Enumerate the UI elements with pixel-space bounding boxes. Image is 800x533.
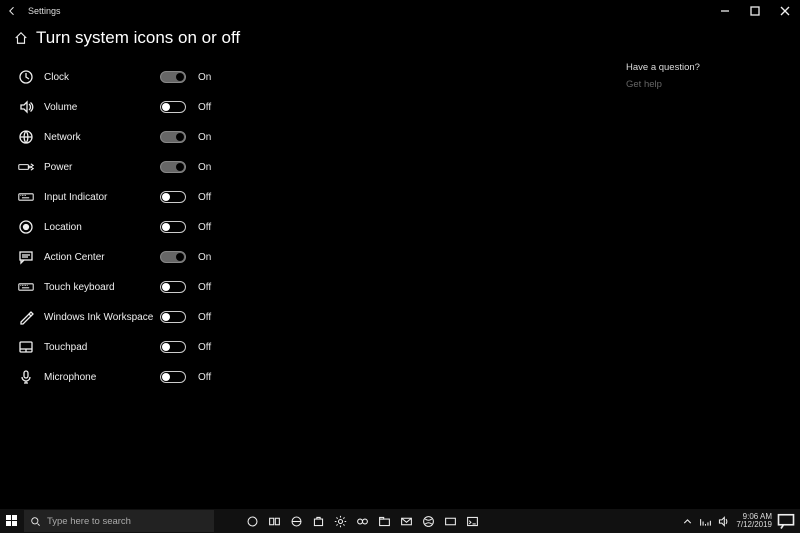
setting-row-input-indicator: Input Indicator Off bbox=[14, 182, 540, 212]
taskbar-date: 7/12/2019 bbox=[736, 521, 772, 529]
back-button[interactable] bbox=[0, 0, 24, 22]
toggle-state-label: Off bbox=[198, 312, 211, 323]
toggle-touchpad[interactable] bbox=[160, 341, 186, 353]
windows-ink-workspace-icon bbox=[14, 309, 38, 325]
toggle-state-label: On bbox=[198, 162, 211, 173]
network-icon bbox=[14, 129, 38, 145]
toggle-clock[interactable] bbox=[160, 71, 186, 83]
store-app-icon[interactable] bbox=[308, 509, 328, 533]
system-icons-list: Clock On Volume Off Network On Power On Input In… bbox=[14, 62, 540, 392]
setting-row-clock: Clock On bbox=[14, 62, 540, 92]
toggle-state-label: Off bbox=[198, 342, 211, 353]
content-area: Turn system icons on or off Clock On Volum… bbox=[0, 22, 800, 509]
start-button[interactable] bbox=[0, 509, 24, 533]
toggle-network[interactable] bbox=[160, 131, 186, 143]
setting-label: Microphone bbox=[38, 372, 160, 383]
tray-volume-icon[interactable] bbox=[714, 509, 732, 533]
touchpad-icon bbox=[14, 339, 38, 355]
taskbar: Type here to search 9:06 AM 7/12/2019 bbox=[0, 509, 800, 533]
microphone-icon bbox=[14, 369, 38, 385]
explorer-app-icon[interactable] bbox=[374, 509, 394, 533]
setting-row-touchpad: Touchpad Off bbox=[14, 332, 540, 362]
mail-app-icon[interactable] bbox=[396, 509, 416, 533]
toggle-state-label: Off bbox=[198, 282, 211, 293]
setting-row-touch-keyboard: Touch keyboard Off bbox=[14, 272, 540, 302]
setting-row-volume: Volume Off bbox=[14, 92, 540, 122]
terminal-app-icon[interactable] bbox=[462, 509, 482, 533]
setting-row-windows-ink-workspace: Windows Ink Workspace Off bbox=[14, 302, 540, 332]
search-box[interactable]: Type here to search bbox=[24, 510, 214, 532]
setting-label: Touch keyboard bbox=[38, 282, 160, 293]
setting-label: Windows Ink Workspace bbox=[38, 312, 160, 323]
setting-row-microphone: Microphone Off bbox=[14, 362, 540, 392]
setting-label: Clock bbox=[38, 72, 160, 83]
setting-row-power: Power On bbox=[14, 152, 540, 182]
toggle-state-label: Off bbox=[198, 372, 211, 383]
volume-icon bbox=[14, 99, 38, 115]
toggle-power[interactable] bbox=[160, 161, 186, 173]
toggle-state-label: On bbox=[198, 252, 211, 263]
toggle-windows-ink-workspace[interactable] bbox=[160, 311, 186, 323]
minimize-button[interactable] bbox=[710, 0, 740, 22]
cortana-button[interactable] bbox=[242, 509, 262, 533]
app-icon-2[interactable] bbox=[440, 509, 460, 533]
title-bar: Settings bbox=[0, 0, 800, 22]
setting-label: Action Center bbox=[38, 252, 160, 263]
toggle-state-label: On bbox=[198, 72, 211, 83]
tray-chevron-icon[interactable] bbox=[678, 509, 696, 533]
search-placeholder: Type here to search bbox=[47, 516, 131, 527]
app-title: Settings bbox=[28, 6, 61, 16]
toggle-microphone[interactable] bbox=[160, 371, 186, 383]
search-icon bbox=[30, 516, 41, 527]
help-link[interactable]: Get help bbox=[626, 79, 756, 90]
toggle-input-indicator[interactable] bbox=[160, 191, 186, 203]
close-button[interactable] bbox=[770, 0, 800, 22]
arrow-left-icon bbox=[10, 7, 14, 15]
toggle-action-center[interactable] bbox=[160, 251, 186, 263]
app-icon[interactable] bbox=[352, 509, 372, 533]
power-icon bbox=[14, 159, 38, 175]
setting-label: Input Indicator bbox=[38, 192, 160, 203]
setting-label: Volume bbox=[38, 102, 160, 113]
taskbar-apps bbox=[242, 509, 482, 533]
toggle-state-label: On bbox=[198, 132, 211, 143]
task-view-button[interactable] bbox=[264, 509, 284, 533]
setting-row-network: Network On bbox=[14, 122, 540, 152]
system-tray: 9:06 AM 7/12/2019 bbox=[678, 509, 800, 533]
setting-label: Network bbox=[38, 132, 160, 143]
settings-window: Settings Turn system icons on or off Clo… bbox=[0, 0, 800, 533]
edge-app-icon[interactable] bbox=[286, 509, 306, 533]
setting-row-location: Location Off bbox=[14, 212, 540, 242]
tray-network-icon[interactable] bbox=[696, 509, 714, 533]
page-title: Turn system icons on or off bbox=[36, 28, 240, 48]
main-panel: Turn system icons on or off Clock On Volum… bbox=[0, 22, 540, 509]
maximize-button[interactable] bbox=[740, 0, 770, 22]
clock-icon bbox=[14, 69, 38, 85]
taskbar-clock[interactable]: 9:06 AM 7/12/2019 bbox=[732, 513, 776, 529]
setting-label: Location bbox=[38, 222, 160, 233]
action-center-button[interactable] bbox=[776, 509, 796, 533]
windows-logo-icon bbox=[6, 515, 18, 527]
help-question: Have a question? bbox=[626, 62, 756, 73]
touch-keyboard-icon bbox=[14, 279, 38, 295]
home-icon[interactable] bbox=[14, 31, 28, 45]
xbox-app-icon[interactable] bbox=[418, 509, 438, 533]
setting-label: Power bbox=[38, 162, 160, 173]
settings-app-icon[interactable] bbox=[330, 509, 350, 533]
setting-label: Touchpad bbox=[38, 342, 160, 353]
toggle-state-label: Off bbox=[198, 222, 211, 233]
toggle-state-label: Off bbox=[198, 102, 211, 113]
toggle-location[interactable] bbox=[160, 221, 186, 233]
toggle-volume[interactable] bbox=[160, 101, 186, 113]
input-indicator-icon bbox=[14, 189, 38, 205]
action-center-icon bbox=[14, 249, 38, 265]
help-panel: Have a question? Get help bbox=[626, 62, 756, 90]
toggle-state-label: Off bbox=[198, 192, 211, 203]
location-icon bbox=[14, 219, 38, 235]
toggle-touch-keyboard[interactable] bbox=[160, 281, 186, 293]
setting-row-action-center: Action Center On bbox=[14, 242, 540, 272]
